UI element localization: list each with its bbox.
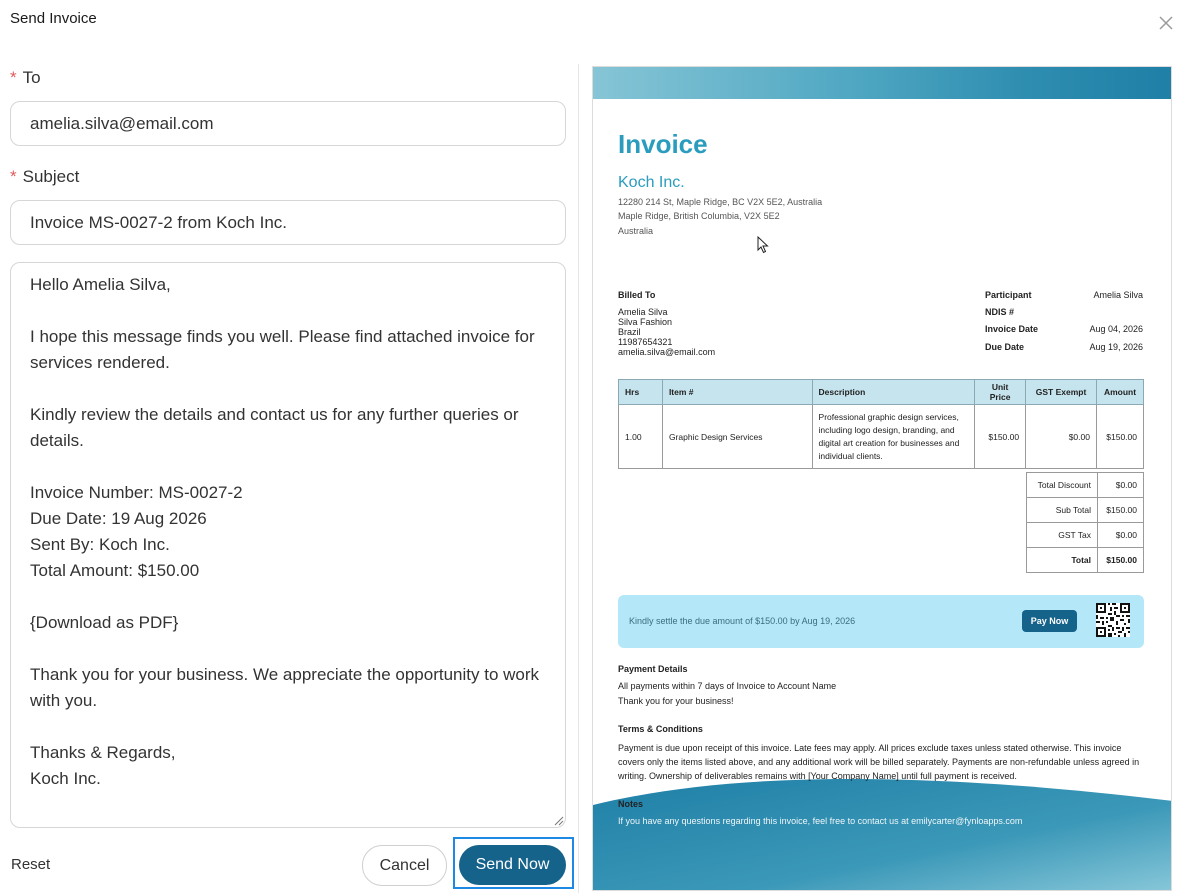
invoice-title: Invoice [618,129,708,159]
company-address-line: 12280 214 St, Maple Ridge, BC V2X 5E2, A… [618,197,823,207]
payment-details-title: Payment Details [618,664,688,674]
meta-label: Due Date [985,342,1025,352]
totals-label: GST Tax [1026,522,1098,548]
column-header: GST Exempt [1025,379,1097,405]
billed-to-line: amelia.silva@email.com [618,347,716,357]
billed-to-block: Amelia Silva Silva Fashion Brazil 119876… [618,307,715,357]
cancel-button[interactable]: Cancel [362,845,447,886]
subject-input-value: Invoice MS-0027-2 from Koch Inc. [30,212,288,232]
meta-label: NDIS # [985,307,1015,317]
to-input[interactable]: amelia.silva@email.com [10,101,566,146]
table-row: 1.00 Graphic Design Services Professiona… [618,404,1145,469]
invoice-footer-wave [593,778,1171,890]
company-name: Koch Inc. [618,174,685,191]
column-header: Unit Price [974,379,1027,405]
mouse-cursor-icon [757,236,769,254]
totals-row: GST Tax $0.00 [1026,522,1144,548]
reset-button[interactable]: Reset [11,856,50,873]
to-label-text: To [22,68,41,87]
terms-title: Terms & Conditions [618,724,703,734]
column-header: Hrs [618,379,663,405]
pay-now-button[interactable]: Pay Now [1022,610,1077,632]
to-input-value: amelia.silva@email.com [30,113,214,133]
company-address-line: Maple Ridge, British Columbia, V2X 5E2 [618,211,780,221]
totals-value: $0.00 [1097,472,1144,498]
qr-code-icon [1096,603,1130,637]
meta-label: Invoice Date [985,324,1039,334]
column-header: Item # [661,379,813,405]
pay-banner-text: Kindly settle the due amount of $150.00 … [629,616,856,626]
subject-label-text: Subject [22,167,80,186]
cell-unit-price: $150.00 [974,404,1027,469]
notes-text: If you have any questions regarding this… [618,816,1023,826]
cell-amount: $150.00 [1095,404,1145,469]
cell-gst-exempt: $0.00 [1025,404,1097,469]
payment-details-line: All payments within 7 days of Invoice to… [618,681,837,691]
column-header: Amount [1095,379,1145,405]
table-header-row: Hrs Item # Description Unit Price GST Ex… [618,379,1145,405]
billed-to-line: Silva Fashion [618,317,673,327]
invoice-preview: Invoice Koch Inc. 12280 214 St, Maple Ri… [592,66,1172,891]
terms-text: Payment is due upon receipt of this invo… [618,743,1140,781]
resize-handle-icon[interactable] [552,814,564,826]
totals-row: Total $150.00 [1026,547,1144,573]
panel-divider [578,64,579,893]
totals-value: $150.00 [1097,497,1144,523]
totals-table: Total Discount $0.00 Sub Total $150.00 G… [1026,472,1144,573]
invoice-header-band [593,67,1171,99]
company-address-line: Australia [618,226,654,236]
billed-to-line: Brazil [618,327,641,337]
cell-description: Professional graphic design services, in… [811,404,976,469]
totals-label: Total [1026,547,1098,573]
meta-value: Amelia Silva [1093,290,1143,300]
required-asterisk: * [10,68,17,87]
meta-label: Participant [985,290,1032,300]
cell-hrs: 1.00 [618,404,663,469]
line-items-table: Hrs Item # Description Unit Price GST Ex… [618,379,1145,469]
dialog-title: Send Invoice [10,10,97,27]
totals-value: $150.00 [1097,547,1144,573]
meta-value: Aug 04, 2026 [1089,324,1143,334]
send-now-button[interactable]: Send Now [459,845,566,885]
cell-item: Graphic Design Services [661,404,813,469]
billed-to-line: 11987654321 [618,337,673,347]
billed-to-line: Amelia Silva [618,307,668,317]
totals-row: Total Discount $0.00 [1026,472,1144,498]
to-label: * To [10,68,41,88]
column-header: Description [811,379,976,405]
payment-details-line: Thank you for your business! [618,696,734,706]
subject-label: * Subject [10,167,79,187]
totals-label: Sub Total [1026,497,1098,523]
message-textarea[interactable]: Hello Amelia Silva, I hope this message … [10,262,566,828]
required-asterisk: * [10,167,17,186]
subject-input[interactable]: Invoice MS-0027-2 from Koch Inc. [10,200,566,245]
totals-value: $0.00 [1097,522,1144,548]
totals-row: Sub Total $150.00 [1026,497,1144,523]
billed-to-label: Billed To [618,290,656,300]
totals-label: Total Discount [1026,472,1098,498]
notes-title: Notes [618,799,644,809]
close-icon[interactable] [1157,14,1175,32]
meta-value: Aug 19, 2026 [1089,342,1143,352]
pay-banner: Kindly settle the due amount of $150.00 … [618,595,1144,648]
